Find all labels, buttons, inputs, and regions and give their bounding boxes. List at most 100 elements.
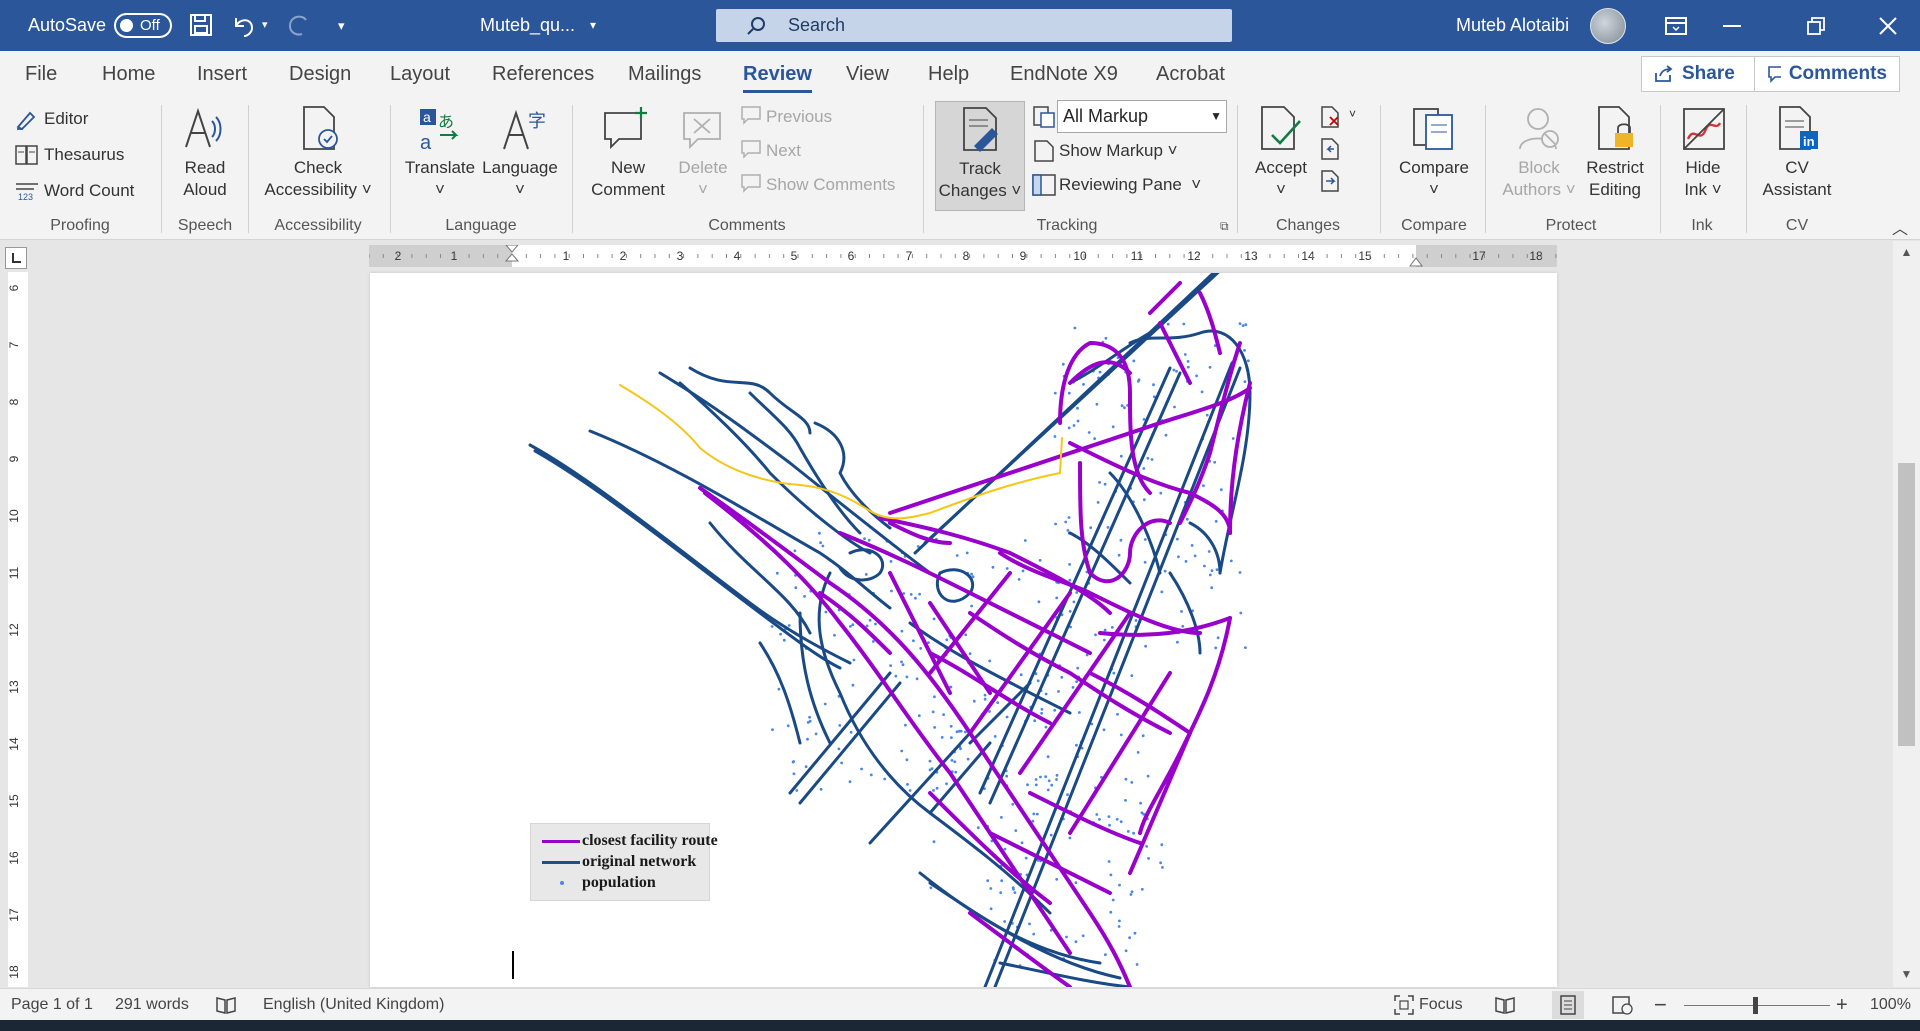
- population-point: [991, 565, 995, 569]
- population-point: [860, 767, 863, 771]
- collapse-ribbon-icon[interactable]: ︿: [1892, 215, 1908, 239]
- tab-acrobat[interactable]: Acrobat: [1156, 51, 1225, 97]
- route-road: [888, 571, 952, 695]
- hide-ink-button[interactable]: Hide Ink ˅: [1668, 157, 1738, 201]
- population-point: [1098, 481, 1101, 484]
- translate-button[interactable]: Translate ˅: [400, 157, 480, 201]
- zoom-level[interactable]: 100%: [1870, 989, 1911, 1021]
- tab-review[interactable]: Review: [743, 51, 812, 97]
- search-input[interactable]: Search: [716, 9, 1232, 42]
- tab-endnote[interactable]: EndNote X9: [1010, 51, 1118, 97]
- population-point: [1140, 887, 1144, 891]
- population-point: [950, 736, 953, 739]
- print-layout-button[interactable]: [1552, 991, 1584, 1019]
- compare-button[interactable]: Compare ˅: [1392, 157, 1476, 201]
- tab-insert[interactable]: Insert: [197, 51, 247, 97]
- language-status[interactable]: English (United Kingdom): [263, 989, 444, 1021]
- zoom-slider-thumb[interactable]: [1753, 997, 1758, 1014]
- population-point: [1205, 413, 1209, 417]
- thesaurus-button[interactable]: Thesaurus: [44, 144, 124, 166]
- language-icon: 字: [503, 109, 546, 150]
- tab-selector[interactable]: [5, 247, 27, 269]
- population-point: [1038, 558, 1042, 562]
- reviewing-pane-label: Reviewing Pane: [1059, 175, 1182, 194]
- minimize-button[interactable]: [1704, 0, 1760, 51]
- reviewing-pane-button[interactable]: Reviewing Pane ˅: [1059, 174, 1201, 196]
- tab-home[interactable]: Home: [102, 51, 155, 97]
- tab-references[interactable]: References: [492, 51, 594, 97]
- population-point: [840, 761, 843, 765]
- scroll-thumb[interactable]: [1898, 463, 1915, 746]
- status-bar: Page 1 of 1 291 words English (United Ki…: [0, 988, 1920, 1020]
- translate-icon: a あ a: [420, 109, 459, 153]
- population-point: [1005, 567, 1009, 570]
- population-point: [1219, 488, 1223, 492]
- share-button[interactable]: Share: [1641, 56, 1759, 92]
- tab-file[interactable]: File: [25, 51, 57, 97]
- restrict-editing-button[interactable]: Restrict Editing: [1578, 157, 1652, 201]
- track-changes-button[interactable]: Track Changes ˅: [935, 101, 1025, 211]
- web-layout-icon[interactable]: [1612, 995, 1634, 1015]
- next-change-icon[interactable]: [1320, 169, 1342, 193]
- vertical-ruler[interactable]: 6 7 8 9 10 11 12 13 14 15 16 17 18: [7, 272, 28, 987]
- accept-button[interactable]: Accept ˅: [1248, 157, 1314, 201]
- group-separator: [1380, 105, 1381, 233]
- tracking-options-icon[interactable]: ⧉: [1220, 219, 1229, 234]
- read-mode-icon[interactable]: [1494, 995, 1516, 1015]
- tab-view[interactable]: View: [846, 51, 889, 97]
- tab-mailings[interactable]: Mailings: [628, 51, 701, 97]
- focus-button[interactable]: Focus: [1419, 989, 1463, 1021]
- reject-dropdown-icon[interactable]: ˅: [1349, 107, 1356, 121]
- title-dropdown-icon[interactable]: ▾: [590, 0, 596, 51]
- page-count[interactable]: Page 1 of 1: [11, 989, 93, 1021]
- editor-button[interactable]: Editor: [44, 108, 88, 130]
- zoom-in-button[interactable]: +: [1836, 989, 1848, 1021]
- word-count[interactable]: 291 words: [115, 989, 189, 1021]
- proofing-book-icon[interactable]: [215, 995, 237, 1015]
- show-markup-button[interactable]: Show Markup ˅: [1059, 140, 1178, 162]
- tab-design[interactable]: Design: [289, 51, 351, 97]
- population-point: [1161, 866, 1164, 869]
- save-icon[interactable]: [189, 13, 213, 37]
- block-authors-icon: [1519, 108, 1559, 150]
- indent-marker-icon[interactable]: [505, 245, 519, 267]
- scroll-up-icon[interactable]: ▲: [1893, 241, 1920, 263]
- right-indent-marker-icon[interactable]: [1409, 256, 1423, 267]
- undo-icon[interactable]: [230, 12, 258, 38]
- comments-button[interactable]: Comments: [1754, 56, 1900, 92]
- avatar[interactable]: [1590, 8, 1626, 44]
- word-count-button[interactable]: Word Count: [44, 180, 134, 202]
- vertical-scrollbar[interactable]: ▲ ▼: [1893, 241, 1920, 987]
- undo-dropdown-icon[interactable]: ▾: [262, 0, 268, 51]
- zoom-out-button[interactable]: −: [1654, 989, 1667, 1021]
- population-point: [1133, 931, 1137, 935]
- population-point: [970, 572, 973, 576]
- population-point: [1072, 424, 1076, 427]
- population-point: [1031, 819, 1035, 823]
- display-for-review-select[interactable]: All Markup ▼: [1057, 100, 1227, 133]
- previous-change-icon[interactable]: [1320, 137, 1342, 161]
- delete-comment-button[interactable]: Delete ˅: [668, 157, 738, 201]
- autosave-toggle[interactable]: Off: [114, 13, 172, 38]
- horizontal-ruler[interactable]: 211234567891011121314151718: [369, 245, 1557, 267]
- document-page[interactable]: closest facility route original network …: [370, 273, 1557, 987]
- read-aloud-button[interactable]: Read Aloud: [170, 157, 240, 201]
- close-button[interactable]: [1860, 0, 1916, 51]
- ribbon-display-options-button[interactable]: [1648, 0, 1704, 51]
- user-name[interactable]: Muteb Alotaibi: [1456, 0, 1569, 51]
- scroll-down-icon[interactable]: ▼: [1893, 963, 1920, 985]
- check-accessibility-button[interactable]: Check Accessibility ˅: [258, 157, 378, 201]
- previous-comment-button[interactable]: Previous: [766, 106, 832, 128]
- tab-help[interactable]: Help: [928, 51, 969, 97]
- customize-toolbar-icon[interactable]: ▾: [338, 0, 345, 51]
- new-comment-button[interactable]: New Comment: [582, 157, 674, 201]
- population-point: [1145, 845, 1148, 848]
- language-button[interactable]: Language ˅: [480, 157, 560, 201]
- reject-icon[interactable]: [1320, 105, 1342, 129]
- cv-assistant-button[interactable]: CV Assistant: [1752, 157, 1842, 201]
- document-title[interactable]: Muteb_qu...: [480, 0, 575, 51]
- show-comments-button[interactable]: Show Comments: [766, 174, 895, 196]
- tab-layout[interactable]: Layout: [390, 51, 450, 97]
- restore-button[interactable]: [1788, 0, 1844, 51]
- next-comment-button[interactable]: Next: [766, 140, 801, 162]
